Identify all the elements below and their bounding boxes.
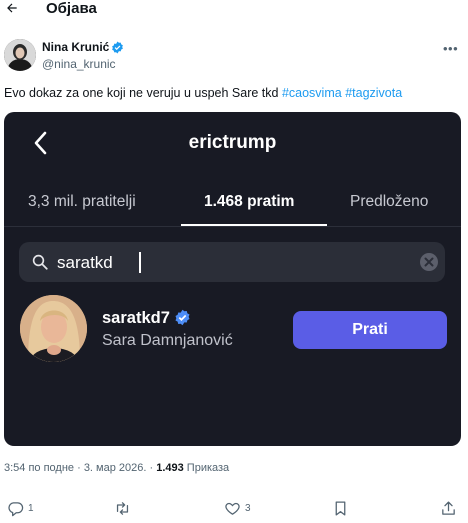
reply-icon [8,501,24,516]
tweet-text: Evo dokaz za one koji ne veruju u uspeh … [4,86,402,101]
bookmark-icon [335,500,346,516]
action-bar: 1 3 [0,499,468,519]
hashtag-link[interactable]: #caosvima [282,86,342,100]
views-label: Приказа [183,462,230,474]
repost-button[interactable] [114,499,135,517]
more-icon[interactable]: ••• [443,42,458,55]
author-avatar[interactable] [4,39,36,71]
search-input [57,251,397,275]
page-title: Објава [46,0,97,17]
like-button[interactable]: 3 [224,499,251,517]
result-avatar [20,295,87,362]
like-icon [225,502,240,515]
search-icon [32,254,48,270]
top-bar: Објава [0,0,468,22]
author-name[interactable]: Nina Krunić [42,40,109,55]
hashtag-link[interactable]: #tagzivota [345,86,402,100]
result-username: saratkd7 [102,309,170,327]
share-icon [442,500,455,515]
verified-icon [112,41,123,54]
follow-button: Prati [293,311,447,349]
author-handle[interactable]: @nina_krunic [42,57,116,72]
bookmark-button[interactable] [332,499,349,517]
profile-title: erictrump [188,132,277,153]
result-full-name: Sara Damnjanović [102,332,233,349]
tab-following: 1.468 pratim [204,193,295,210]
tab-suggested: Predloženo [350,193,429,210]
share-button[interactable] [440,499,457,517]
like-count: 3 [245,502,251,514]
views-count: 1.493 [156,462,184,474]
clear-icon [420,253,438,271]
reply-count: 1 [28,502,34,514]
text-cursor [139,252,141,273]
divider [4,226,461,227]
tweet-body: Evo dokaz za one koji ne veruju u uspeh … [4,86,282,100]
post-time[interactable]: 3:54 по подне · 3. мар 2026. · [4,462,156,474]
post-meta: 3:54 по подне · 3. мар 2026. · 1.493 При… [4,461,229,475]
attached-image[interactable]: erictrump 3,3 mil. pratitelji 1.468 prat… [4,112,461,446]
repost-icon [116,501,129,515]
tab-followers: 3,3 mil. pratitelji [28,193,136,210]
verified-icon [175,309,190,326]
reply-button[interactable]: 1 [7,499,34,517]
back-arrow-icon[interactable] [5,1,19,15]
search-bar [19,242,445,282]
